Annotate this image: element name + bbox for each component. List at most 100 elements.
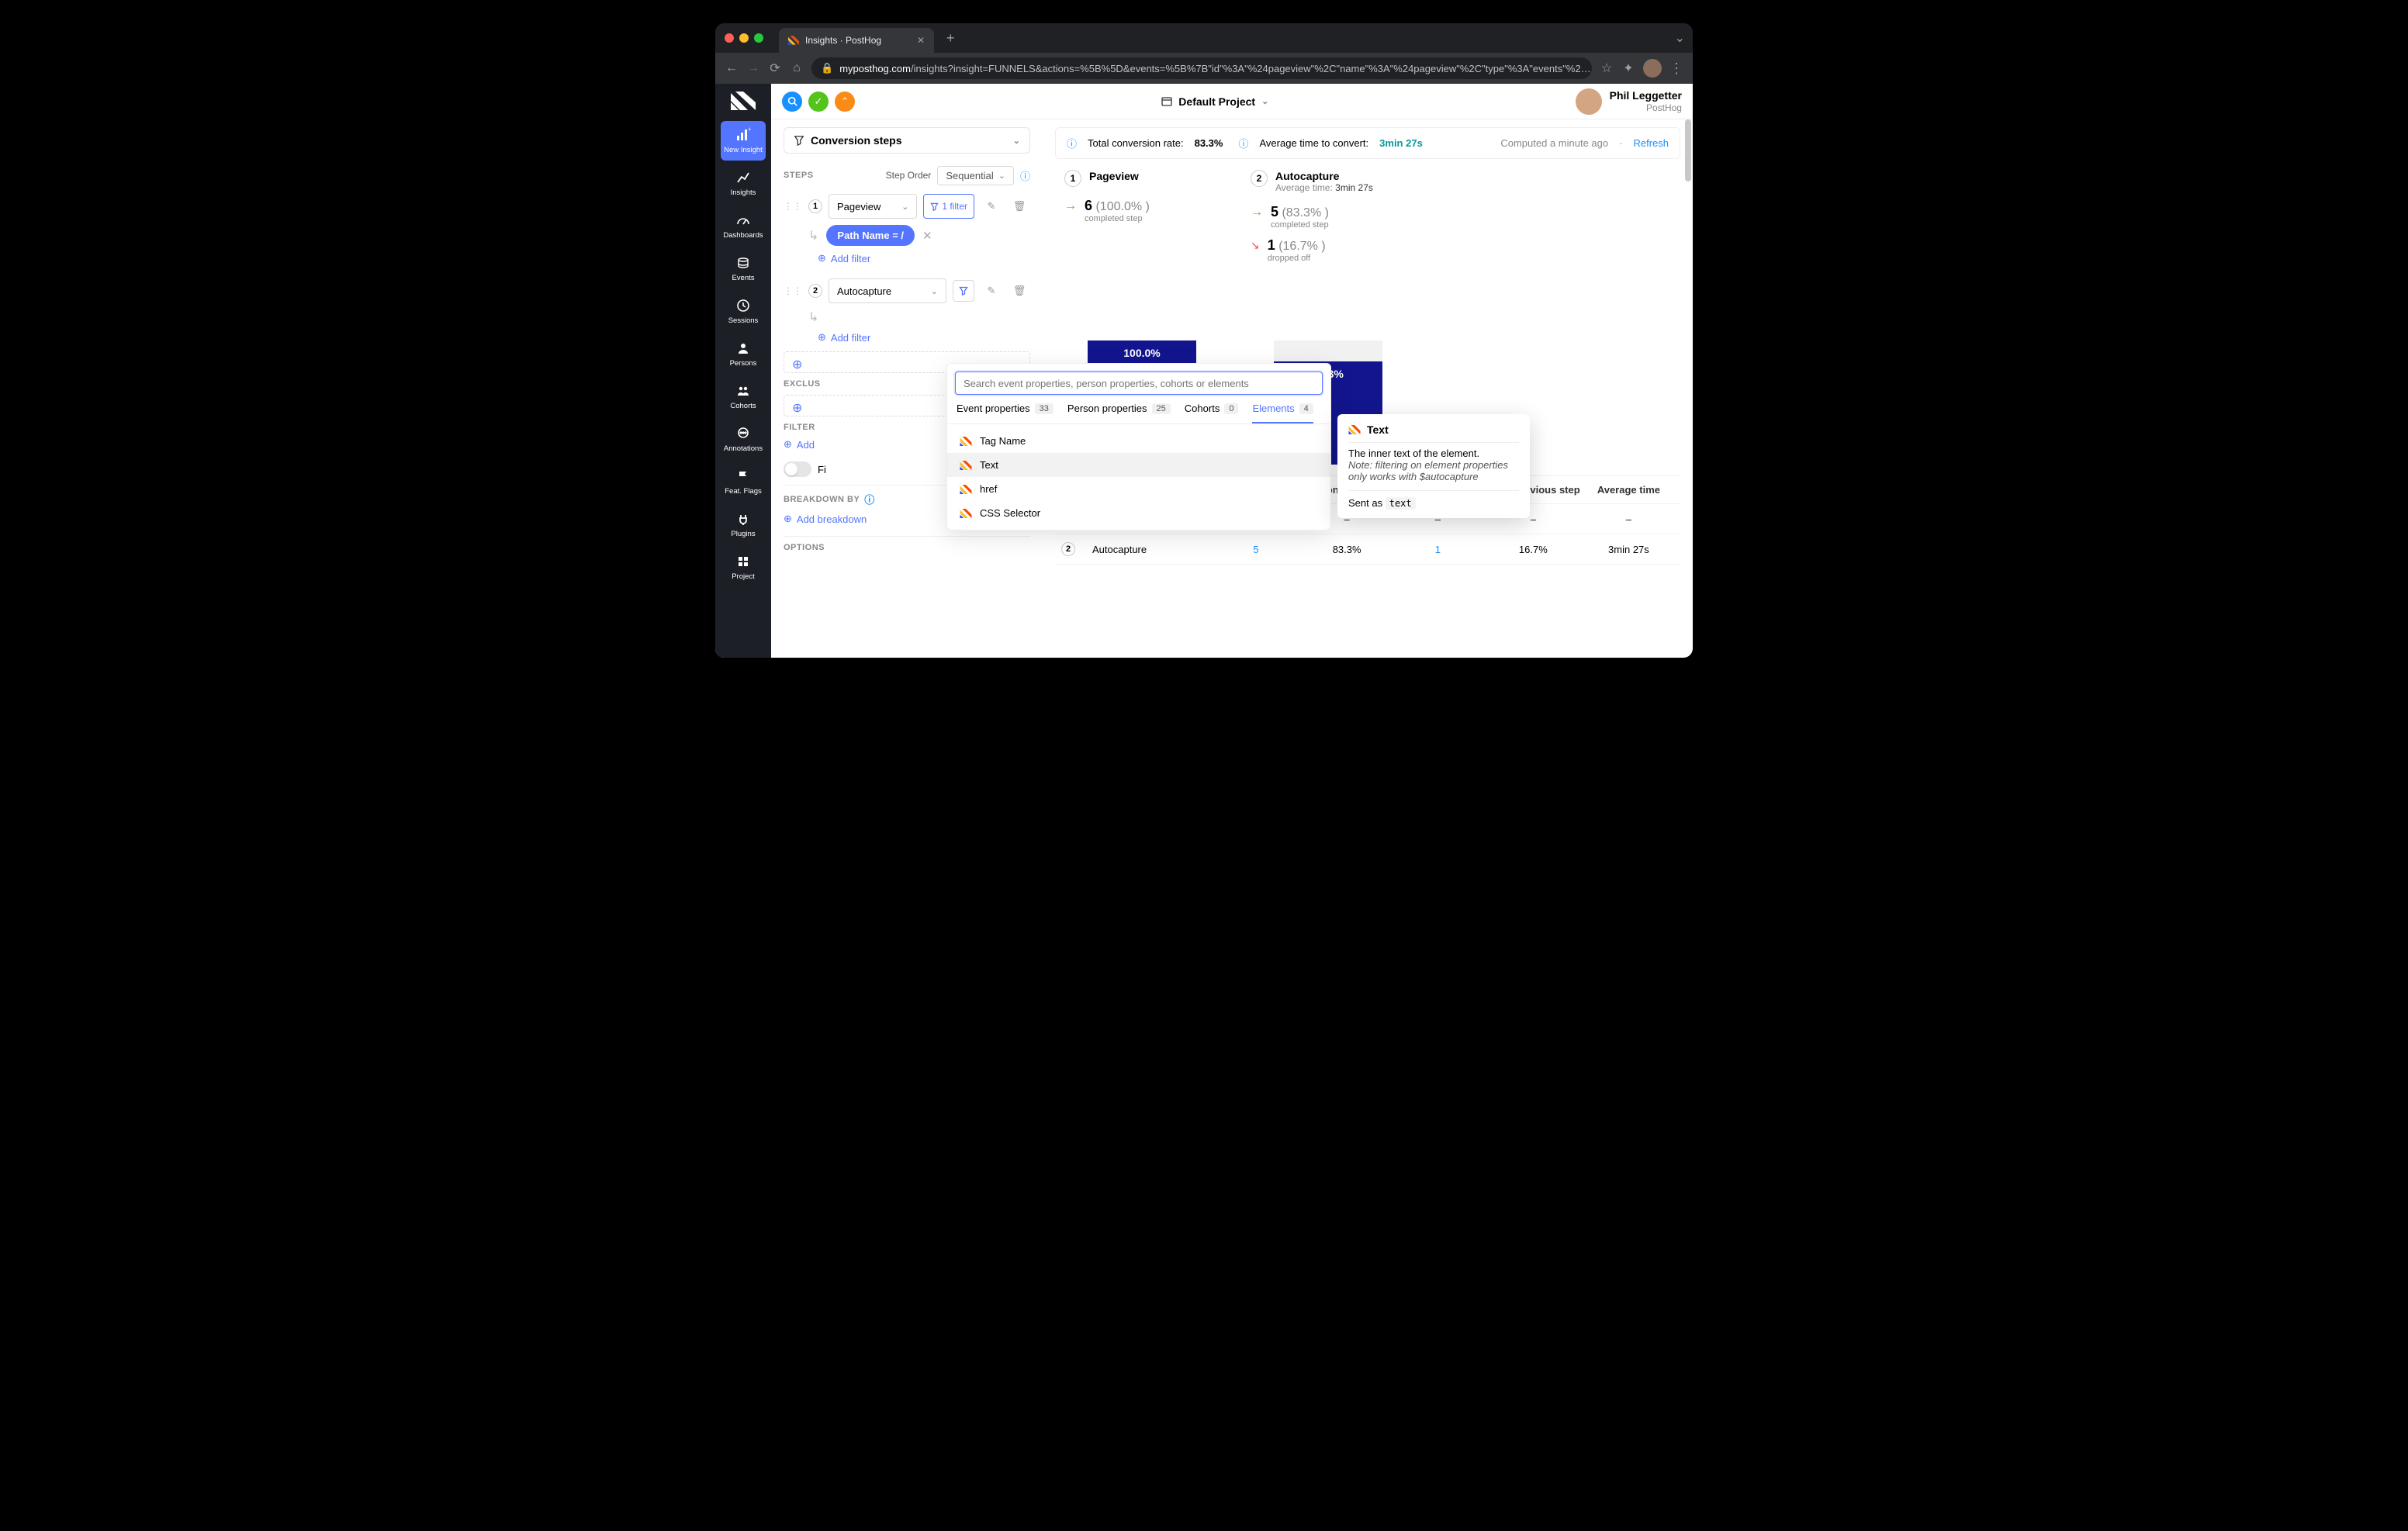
info-icon: ⓘ (1238, 136, 1248, 150)
project-name: Default Project (1178, 95, 1255, 108)
forward-icon[interactable]: → (746, 61, 760, 75)
avg-time-to-convert[interactable]: 3min 27s (1379, 137, 1423, 149)
property-search-input[interactable] (955, 372, 1323, 395)
computed-label: Computed a minute ago (1500, 137, 1608, 149)
info-icon[interactable]: ⓘ (864, 492, 875, 506)
sidebar-item-persons[interactable]: Persons (721, 334, 766, 374)
sidebar-item-annotations[interactable]: Annotations (721, 420, 766, 459)
tab-event-properties[interactable]: Event properties33 (957, 403, 1054, 423)
edit-icon[interactable]: ✎ (981, 280, 1002, 302)
chat-icon (735, 426, 751, 441)
url-path: /insights?insight=FUNNELS&actions=%5B%5D… (911, 63, 1591, 74)
posthog-icon (960, 461, 972, 470)
sidebar-item-dashboards[interactable]: Dashboards (721, 206, 766, 246)
tab-cohorts[interactable]: Cohorts0 (1185, 403, 1239, 423)
info-icon[interactable]: ⓘ (1020, 168, 1030, 183)
property-filter-popover: Event properties33 Person properties25 C… (946, 363, 1331, 530)
tooltip-note: Note: filtering on element properties on… (1348, 459, 1519, 482)
person-icon (735, 340, 751, 356)
plus-circle-icon: ⊕ (792, 358, 802, 372)
new-tab-button[interactable]: + (940, 30, 961, 47)
delete-icon[interactable]: 🗑 (1009, 195, 1030, 217)
address-bar[interactable]: 🔒 myposthog.com /insights?insight=FUNNEL… (811, 57, 1592, 79)
maximize-window-icon[interactable] (754, 33, 763, 43)
list-item[interactable]: Text (947, 453, 1330, 477)
delete-icon[interactable]: 🗑 (1009, 280, 1030, 302)
window-controls (725, 33, 763, 43)
add-filter-button[interactable]: ⊕ Add filter (818, 252, 1030, 264)
extensions-icon[interactable]: ✦ (1621, 60, 1635, 76)
user-name: Phil Leggetter (1610, 89, 1682, 102)
posthog-logo[interactable] (731, 92, 756, 110)
sidebar-item-events[interactable]: Events (721, 249, 766, 289)
event-select[interactable]: Pageview ⌄ (829, 194, 917, 219)
app-sidebar: + New Insight Insights Dashboards Events… (715, 84, 771, 658)
close-tab-icon[interactable]: ✕ (917, 35, 925, 46)
step-number: 1 (808, 199, 822, 213)
list-item[interactable]: href (947, 477, 1330, 501)
app-topbar: ✓ ⌃ Default Project ⌄ Phil Leggetter Pos… (771, 84, 1693, 119)
sidebar-item-project[interactable]: Project (721, 548, 766, 587)
sidebar-item-cohorts[interactable]: Cohorts (721, 377, 766, 416)
browser-menu-icon[interactable]: ⋮ (1669, 60, 1683, 77)
check-icon[interactable]: ✓ (808, 92, 829, 112)
chevron-down-icon: ⌄ (931, 286, 938, 296)
search-icon[interactable] (782, 92, 802, 112)
posthog-icon (1348, 425, 1361, 434)
list-item[interactable]: Tag Name (947, 429, 1330, 453)
close-window-icon[interactable] (725, 33, 734, 43)
minimize-window-icon[interactable] (739, 33, 749, 43)
dropped-link[interactable]: 1 (1435, 544, 1441, 555)
reload-icon[interactable]: ⟳ (768, 60, 782, 76)
sidebar-item-insights[interactable]: Insights (721, 164, 766, 203)
tab-person-properties[interactable]: Person properties25 (1067, 403, 1171, 423)
tooltip-sentas: Sent as text (1348, 490, 1519, 509)
refresh-button[interactable]: Refresh (1633, 137, 1669, 149)
posthog-icon (960, 437, 972, 446)
clock-icon (735, 298, 751, 313)
filter-count-button[interactable]: 1 filter (923, 194, 974, 219)
browser-tab[interactable]: Insights · PostHog ✕ (779, 28, 934, 53)
project-selector[interactable]: Default Project ⌄ (1161, 95, 1268, 108)
property-tabs: Event properties33 Person properties25 C… (947, 403, 1330, 424)
back-icon[interactable]: ← (725, 61, 739, 75)
drag-handle-icon[interactable]: ⋮⋮ (784, 201, 802, 212)
step-row: ⋮⋮ 2 Autocapture ⌄ ✎ 🗑 (784, 278, 1030, 303)
profile-avatar[interactable] (1643, 59, 1662, 78)
filter-chip[interactable]: Path Name = / (826, 225, 915, 246)
event-select[interactable]: Autocapture ⌄ (829, 278, 946, 303)
step-order-select[interactable]: Sequential ⌄ (937, 166, 1014, 185)
completed-link[interactable]: 5 (1253, 544, 1258, 555)
edit-icon[interactable]: ✎ (981, 195, 1002, 217)
add-filter-button[interactable]: ⊕ Add filter (818, 331, 1030, 344)
sidebar-item-sessions[interactable]: Sessions (721, 292, 766, 331)
drag-handle-icon[interactable]: ⋮⋮ (784, 285, 802, 296)
tab-elements[interactable]: Elements4 (1252, 403, 1313, 423)
property-tooltip: Text The inner text of the element. Note… (1337, 414, 1530, 518)
conversion-steps-header[interactable]: Conversion steps ⌄ (784, 127, 1030, 154)
browser-toolbar: ← → ⟳ ⌂ 🔒 myposthog.com /insights?insigh… (715, 53, 1693, 84)
step-order-label: Step Order (886, 170, 932, 181)
chevron-down-icon: ⌄ (1013, 136, 1020, 146)
avatar (1576, 88, 1602, 115)
sidebar-item-plugins[interactable]: Plugins (721, 505, 766, 544)
list-item[interactable]: CSS Selector (947, 501, 1330, 525)
chevron-down-icon: ⌄ (998, 171, 1005, 181)
step-number: 2 (808, 284, 822, 298)
bookmark-icon[interactable]: ☆ (1600, 60, 1614, 76)
tab-list-chevron-icon[interactable]: ⌄ (1667, 30, 1693, 46)
toggle[interactable] (784, 461, 811, 477)
remove-filter-icon[interactable]: ✕ (922, 229, 932, 243)
indent-icon: ↳ (808, 228, 818, 244)
home-icon[interactable]: ⌂ (790, 61, 804, 75)
filter-icon (930, 202, 939, 211)
warning-icon[interactable]: ⌃ (835, 92, 855, 112)
project-icon (1161, 96, 1172, 107)
sidebar-item-feature-flags[interactable]: Feat. Flags (721, 462, 766, 502)
sidebar-item-new-insight[interactable]: + New Insight (721, 121, 766, 161)
grid-icon (735, 554, 751, 569)
filter-icon-button[interactable] (953, 280, 974, 302)
plus-chart-icon: + (735, 127, 751, 143)
plus-circle-icon: ⊕ (792, 402, 802, 415)
user-menu[interactable]: Phil Leggetter PostHog (1576, 88, 1682, 115)
